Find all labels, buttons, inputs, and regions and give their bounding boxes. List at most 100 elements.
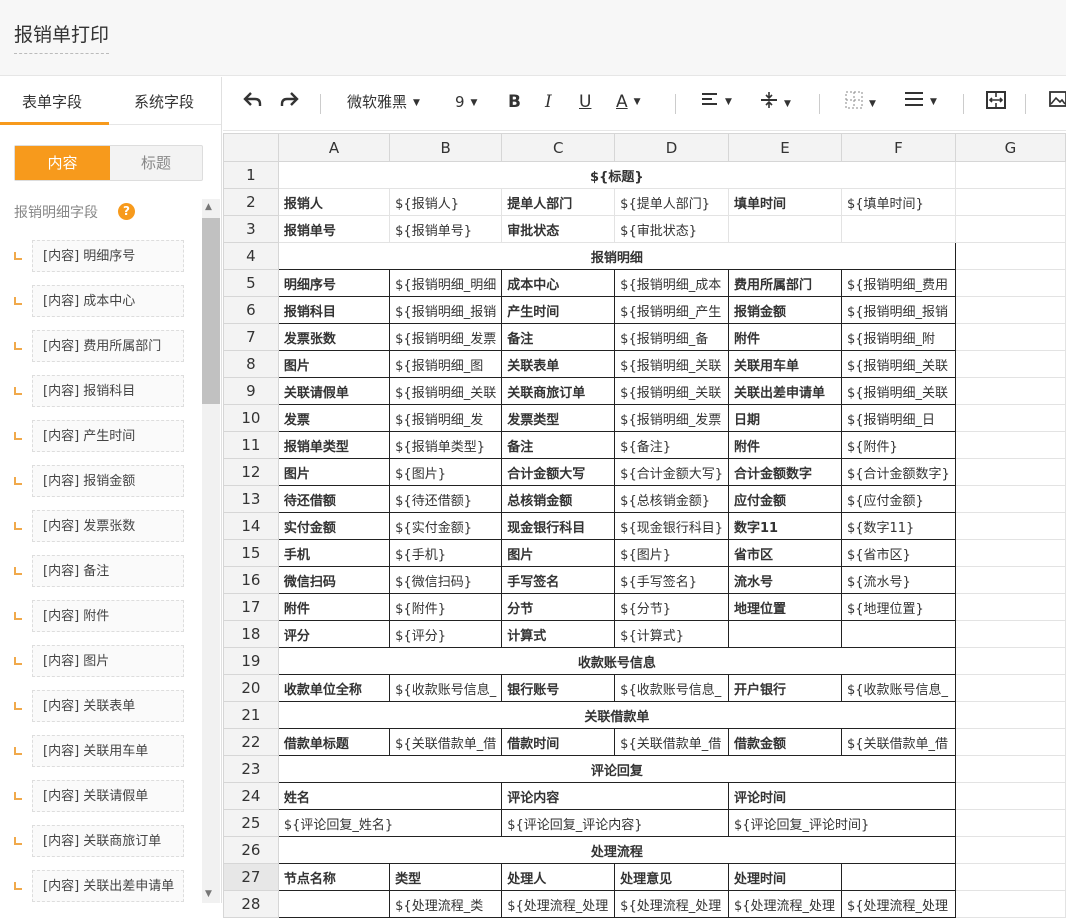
cell[interactable]: ${报销明细_图: [389, 350, 503, 378]
cell[interactable]: 处理人: [501, 863, 616, 891]
row-header[interactable]: 21: [223, 701, 279, 729]
field-item[interactable]: [内容] 报销科目: [32, 375, 184, 407]
cell[interactable]: 评论内容: [501, 782, 729, 810]
column-header[interactable]: A: [277, 133, 391, 162]
cell[interactable]: [954, 539, 1066, 567]
cell[interactable]: ${审批状态}: [614, 215, 729, 243]
row-header[interactable]: 25: [223, 809, 279, 837]
cell[interactable]: 评分: [277, 620, 391, 648]
row-header[interactable]: 19: [223, 647, 279, 675]
segment-content[interactable]: 内容: [15, 146, 110, 180]
underline-button[interactable]: U: [579, 91, 591, 113]
cell[interactable]: ${报销明细_关联: [614, 350, 729, 378]
cell[interactable]: ${报销明细_发票: [614, 404, 729, 432]
cell[interactable]: 填单时间: [728, 188, 842, 216]
cell[interactable]: [728, 620, 842, 648]
cell[interactable]: ${合计金额大写}: [614, 458, 729, 486]
cell[interactable]: 图片: [277, 458, 391, 486]
column-header[interactable]: G: [954, 133, 1066, 162]
help-icon[interactable]: ?: [118, 203, 135, 220]
cell[interactable]: 关联商旅订单: [501, 377, 616, 405]
cell[interactable]: ${分节}: [614, 593, 729, 621]
row-header[interactable]: 1: [223, 161, 279, 189]
row-header[interactable]: 7: [223, 323, 279, 351]
tab-system-fields[interactable]: 系统字段: [134, 91, 194, 112]
cell[interactable]: [954, 566, 1066, 594]
cell[interactable]: 图片: [501, 539, 616, 567]
cell[interactable]: 附件: [728, 323, 842, 351]
cell[interactable]: ${处理流程_类: [389, 890, 503, 918]
field-item[interactable]: [内容] 关联出差申请单: [32, 870, 184, 902]
row-header[interactable]: 20: [223, 674, 279, 702]
font-family-select[interactable]: 微软雅黑 ▼: [347, 91, 420, 114]
cell[interactable]: ${报销明细_关联: [840, 350, 956, 378]
cell[interactable]: 提单人部门: [501, 188, 616, 216]
column-header[interactable]: F: [840, 133, 956, 162]
field-item[interactable]: [内容] 关联请假单: [32, 780, 184, 812]
cell[interactable]: 评论时间: [728, 782, 956, 810]
row-header[interactable]: 27: [223, 863, 279, 891]
cell[interactable]: 处理意见: [614, 863, 729, 891]
cell[interactable]: [954, 188, 1066, 216]
cell[interactable]: ${地理位置}: [840, 593, 956, 621]
cell[interactable]: [954, 296, 1066, 324]
row-header[interactable]: 23: [223, 755, 279, 783]
cell[interactable]: 附件: [728, 431, 842, 459]
field-item[interactable]: [内容] 关联表单: [32, 690, 184, 722]
row-header[interactable]: 15: [223, 539, 279, 567]
cell[interactable]: 待还借额: [277, 485, 391, 513]
cell[interactable]: [954, 620, 1066, 648]
row-header[interactable]: 12: [223, 458, 279, 486]
cell[interactable]: ${关联借款单_借: [614, 728, 729, 756]
cell[interactable]: [954, 674, 1066, 702]
cell[interactable]: 收款单位全称: [277, 674, 391, 702]
cell[interactable]: ${附件}: [389, 593, 503, 621]
cell[interactable]: 关联出差申请单: [728, 377, 842, 405]
column-header[interactable]: B: [389, 133, 503, 162]
cell[interactable]: [954, 377, 1066, 405]
row-header[interactable]: 2: [223, 188, 279, 216]
font-color-button[interactable]: A ▼: [616, 91, 641, 113]
row-header[interactable]: 14: [223, 512, 279, 540]
scroll-down-icon[interactable]: ▼: [205, 889, 212, 899]
cell[interactable]: 实付金额: [277, 512, 391, 540]
cell[interactable]: ${处理流程_处理: [614, 890, 729, 918]
column-header[interactable]: C: [501, 133, 616, 162]
cell[interactable]: 节点名称: [277, 863, 391, 891]
cell[interactable]: [954, 647, 1066, 675]
insert-image-button[interactable]: [1049, 91, 1066, 113]
cell[interactable]: ${收款账号信息_: [840, 674, 956, 702]
cell[interactable]: ${流水号}: [840, 566, 956, 594]
row-header[interactable]: 26: [223, 836, 279, 864]
cell[interactable]: 报销科目: [277, 296, 391, 324]
cell[interactable]: ${报销明细_费用: [840, 269, 956, 297]
cell[interactable]: ${报销明细_明细: [389, 269, 503, 297]
row-header[interactable]: 17: [223, 593, 279, 621]
field-item[interactable]: [内容] 费用所属部门: [32, 330, 184, 362]
cell[interactable]: 报销金额: [728, 296, 842, 324]
cell[interactable]: 费用所属部门: [728, 269, 842, 297]
cell[interactable]: 处理时间: [728, 863, 842, 891]
cell[interactable]: 附件: [277, 593, 391, 621]
cell[interactable]: [954, 701, 1066, 729]
cell[interactable]: 流水号: [728, 566, 842, 594]
cell[interactable]: 微信扫码: [277, 566, 391, 594]
column-header[interactable]: E: [728, 133, 842, 162]
cell[interactable]: 类型: [389, 863, 503, 891]
row-header[interactable]: 11: [223, 431, 279, 459]
cell[interactable]: [954, 350, 1066, 378]
cell[interactable]: ${提单人部门}: [614, 188, 729, 216]
vertical-align-button[interactable]: ▼: [760, 91, 791, 115]
cell[interactable]: 发票类型: [501, 404, 616, 432]
cell[interactable]: ${现金银行科目}: [614, 512, 729, 540]
field-item[interactable]: [内容] 明细序号: [32, 240, 184, 272]
cell[interactable]: 图片: [277, 350, 391, 378]
row-header[interactable]: 8: [223, 350, 279, 378]
cell[interactable]: ${报销明细_发: [389, 404, 503, 432]
cell[interactable]: ${处理流程_处理: [501, 890, 616, 918]
section-heading[interactable]: 收款账号信息: [277, 647, 956, 675]
align-left-button[interactable]: ▼: [701, 91, 732, 113]
field-item[interactable]: [内容] 备注: [32, 555, 184, 587]
row-header[interactable]: 16: [223, 566, 279, 594]
cell[interactable]: ${总核销金额}: [614, 485, 729, 513]
